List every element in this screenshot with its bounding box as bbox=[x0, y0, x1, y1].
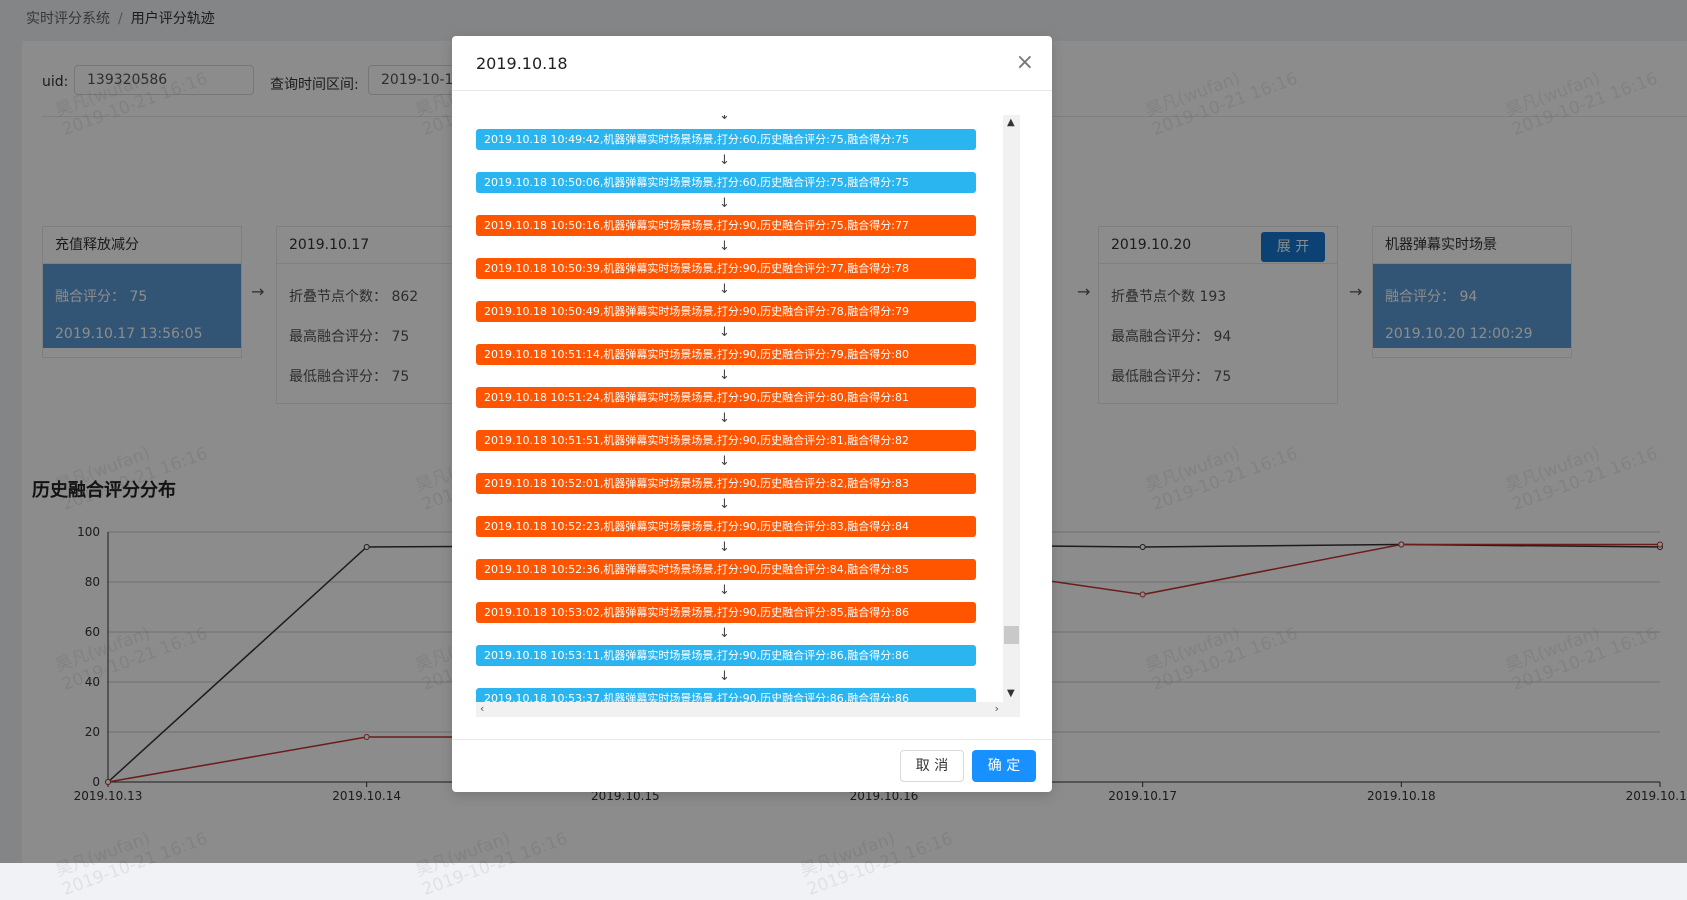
timeline-entry: 2019.10.18 10:52:01,机器弹幕实时场景场景,打分:90,历史融… bbox=[476, 473, 976, 494]
scroll-down-icon[interactable]: ▼ bbox=[1007, 688, 1015, 699]
down-arrow-icon: ↓ bbox=[719, 626, 730, 641]
scroll-up-icon[interactable]: ▲ bbox=[1007, 117, 1015, 128]
down-arrow-icon: ↓ bbox=[719, 540, 730, 555]
timeline-entry: 2019.10.18 10:51:51,机器弹幕实时场景场景,打分:90,历史融… bbox=[476, 430, 976, 451]
horizontal-scrollbar[interactable]: ‹ › bbox=[476, 702, 1003, 717]
scroll-left-icon[interactable]: ‹ bbox=[480, 702, 484, 715]
modal-title: 2019.10.18 bbox=[476, 54, 568, 73]
down-arrow-icon: ↓ bbox=[719, 325, 730, 340]
down-arrow-icon: ↓ bbox=[719, 411, 730, 426]
down-arrow-icon: ↓ bbox=[719, 282, 730, 297]
modal-footer-divider bbox=[452, 739, 1052, 740]
timeline-entry: 2019.10.18 10:50:39,机器弹幕实时场景场景,打分:90,历史融… bbox=[476, 258, 976, 279]
down-arrow-icon: ↓ bbox=[719, 115, 730, 123]
timeline-entry: 2019.10.18 10:51:14,机器弹幕实时场景场景,打分:90,历史融… bbox=[476, 344, 976, 365]
timeline-entry: 2019.10.18 10:53:02,机器弹幕实时场景场景,打分:90,历史融… bbox=[476, 602, 976, 623]
timeline-entry: 2019.10.18 10:51:24,机器弹幕实时场景场景,打分:90,历史融… bbox=[476, 387, 976, 408]
scrollbar-thumb[interactable] bbox=[1004, 626, 1019, 644]
timeline-entry: 2019.10.18 10:50:16,机器弹幕实时场景场景,打分:90,历史融… bbox=[476, 215, 976, 236]
timeline-entry: 2019.10.18 10:49:42,机器弹幕实时场景场景,打分:60,历史融… bbox=[476, 129, 976, 150]
detail-modal: 2019.10.18 × ↓ 2019.10.18 10:49:42,机器弹幕实时… bbox=[452, 36, 1052, 792]
page: 实时评分系统 / 用户评分轨迹 uid: 139320586 查询时间区间: 201… bbox=[0, 0, 1687, 900]
timeline-scroll-area[interactable]: ↓ 2019.10.18 10:49:42,机器弹幕实时场景场景,打分:60,历史… bbox=[476, 115, 1020, 717]
down-arrow-icon: ↓ bbox=[719, 368, 730, 383]
down-arrow-icon: ↓ bbox=[719, 497, 730, 512]
down-arrow-icon: ↓ bbox=[719, 239, 730, 254]
cancel-button[interactable]: 取 消 bbox=[900, 750, 964, 782]
timeline-entry: 2019.10.18 10:50:49,机器弹幕实时场景场景,打分:90,历史融… bbox=[476, 301, 976, 322]
vertical-scrollbar[interactable]: ▲ ▼ bbox=[1003, 115, 1020, 717]
down-arrow-icon: ↓ bbox=[719, 153, 730, 168]
timeline-entry: 2019.10.18 10:50:06,机器弹幕实时场景场景,打分:60,历史融… bbox=[476, 172, 976, 193]
timeline-entry: 2019.10.18 10:53:11,机器弹幕实时场景场景,打分:90,历史融… bbox=[476, 645, 976, 666]
down-arrow-icon: ↓ bbox=[719, 583, 730, 598]
timeline-entry: 2019.10.18 10:52:36,机器弹幕实时场景场景,打分:90,历史融… bbox=[476, 559, 976, 580]
ok-button[interactable]: 确 定 bbox=[972, 750, 1036, 782]
timeline-entry: 2019.10.18 10:52:23,机器弹幕实时场景场景,打分:90,历史融… bbox=[476, 516, 976, 537]
down-arrow-icon: ↓ bbox=[719, 454, 730, 469]
modal-divider bbox=[452, 90, 1052, 91]
close-icon[interactable]: × bbox=[1016, 50, 1034, 75]
down-arrow-icon: ↓ bbox=[719, 669, 730, 684]
down-arrow-icon: ↓ bbox=[719, 196, 730, 211]
scroll-right-icon[interactable]: › bbox=[995, 702, 999, 715]
